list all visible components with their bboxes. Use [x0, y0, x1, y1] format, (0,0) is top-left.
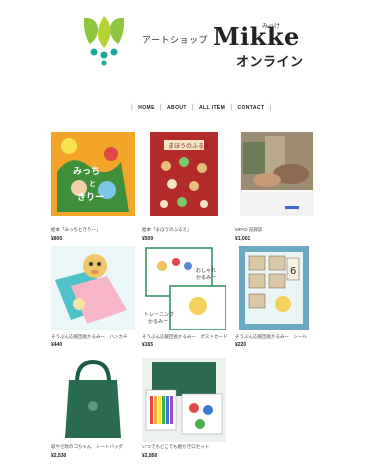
nav-contact[interactable]: CONTACT [237, 105, 264, 111]
product-price: ¥440 [51, 342, 63, 348]
product-price: ¥1,001 [235, 236, 251, 242]
magazine-photo[interactable] [235, 132, 319, 216]
product-price: ¥2,530 [51, 453, 67, 459]
svg-text:と: と [89, 180, 96, 188]
nav-about[interactable]: ABOUT [167, 105, 187, 111]
product-name[interactable]: いつでもどこでも絵かき口セット [142, 444, 209, 450]
nav-divider: | [191, 104, 195, 111]
nav-all-item[interactable]: ALL ITEM [199, 105, 225, 111]
sticker-sheet[interactable]: 6 [235, 246, 319, 330]
product-name[interactable]: 岐やさ吹のコちゃん トートバッグ [51, 444, 123, 450]
site-header: アートショップ みっけ Mikke オンライン [0, 0, 369, 95]
nav-divider: | [230, 104, 233, 111]
drawing-set[interactable] [142, 358, 226, 442]
product-price: ¥509 [142, 236, 154, 242]
svg-text:かるみー: かるみー [196, 274, 216, 281]
product-price: ¥220 [235, 342, 247, 348]
main-nav: | HOME | ABOUT | ALL ITEM | CONTACT | [126, 104, 277, 111]
shop-prefix: アートショップ [142, 35, 208, 45]
product-name[interactable]: そうぶん応援団長かるみー ハンカチ [51, 334, 128, 340]
nav-divider: | [159, 104, 163, 111]
product-name[interactable]: 絵本「みっちときりー」 [51, 227, 101, 233]
nav-divider: | [131, 104, 134, 111]
shop-name[interactable]: Mikke [213, 22, 300, 51]
product-price: ¥165 [142, 342, 154, 348]
handkerchief[interactable] [51, 246, 135, 330]
picture-book-cover-mahou[interactable]: まほうのふるえ [142, 132, 226, 216]
svg-text:みっち: みっち [73, 166, 100, 177]
svg-text:まほうのふるえ: まほうのふるえ [168, 143, 210, 150]
svg-text:きりー: きりー [77, 192, 104, 203]
svg-text:かるみー: かるみー [148, 318, 168, 325]
product-name[interactable]: 絵本「まほうのふるえ」 [142, 227, 192, 233]
product-name[interactable]: そうぶん応援団長かるみー シール [235, 334, 307, 340]
product-price: ¥2,850 [142, 453, 158, 459]
postcard[interactable]: おしゃれ かるみー トレーニング かるみー [142, 246, 226, 330]
shop-online: オンライン [236, 54, 304, 69]
svg-text:6: 6 [290, 266, 296, 277]
mikke-logo-icon[interactable] [80, 14, 128, 66]
product-name[interactable]: そうぶん応援団長かるみー ポストカード [142, 334, 228, 340]
nav-divider: | [269, 104, 272, 111]
svg-text:トレーニング: トレーニング [144, 311, 174, 318]
nav-home[interactable]: HOME [138, 105, 155, 111]
product-price: ¥800 [51, 236, 63, 242]
tote-bag[interactable] [51, 358, 135, 442]
picture-book-cover-michi-kiri[interactable]: みっち と きりー [51, 132, 135, 216]
product-name[interactable]: MPAD 記録誌 [235, 227, 262, 233]
svg-text:おしゃれ: おしゃれ [196, 267, 216, 274]
